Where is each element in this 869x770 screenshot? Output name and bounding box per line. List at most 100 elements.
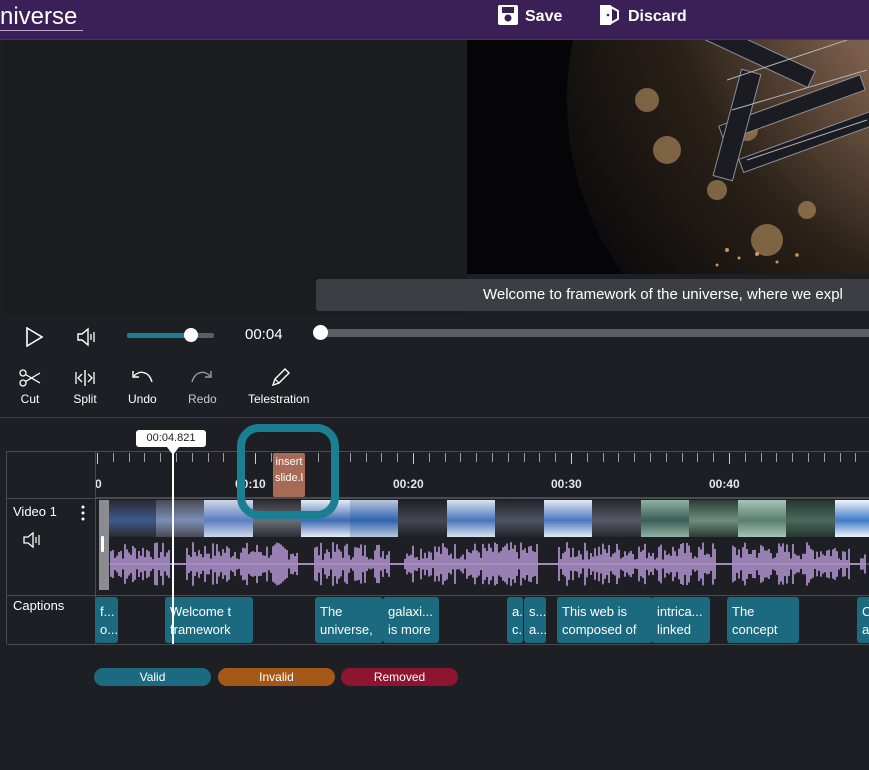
video-thumbnail — [446, 500, 496, 537]
audio-waveform[interactable] — [99, 538, 869, 590]
cut-label: Cut — [20, 392, 40, 406]
caption-line-2: concept — [732, 622, 778, 637]
video-thumbnail — [398, 500, 447, 537]
telestration-button[interactable]: Telestration — [248, 368, 309, 406]
ruler-tick — [349, 453, 351, 462]
save-button[interactable]: Save — [497, 4, 562, 30]
video-thumbnail-strip[interactable] — [99, 500, 869, 537]
ruler-tick — [618, 453, 620, 462]
ruler-tick — [555, 453, 557, 462]
legend-invalid: Invalid — [218, 668, 335, 686]
ruler-tick — [713, 453, 715, 462]
ruler-tick — [571, 453, 572, 464]
video-thumbnail — [349, 500, 399, 537]
caption-block[interactable]: a. c. — [507, 597, 523, 643]
caption-block[interactable]: Welcome t framework — [165, 597, 237, 643]
more-vertical-icon[interactable] — [80, 505, 86, 526]
play-icon[interactable] — [24, 326, 44, 352]
seek-thumb[interactable] — [313, 325, 328, 340]
ruler-tick — [823, 453, 825, 462]
playhead-line[interactable] — [172, 446, 174, 644]
ruler-tick — [428, 453, 430, 462]
save-label: Save — [525, 8, 563, 25]
scissors-icon — [19, 369, 41, 387]
caption-block[interactable]: The universe, — [315, 597, 383, 643]
caption-block[interactable] — [233, 597, 253, 643]
ruler-tick — [586, 453, 588, 462]
playhead-handle[interactable] — [167, 447, 179, 455]
volume-slider[interactable] — [127, 328, 214, 342]
ruler-tick — [665, 453, 667, 462]
caption-block[interactable]: f... o... — [95, 597, 118, 643]
caption-block[interactable]: galaxi... is more — [383, 597, 439, 643]
caption-line-2: linked — [657, 622, 691, 637]
caption-line-1: Welcome t — [170, 604, 232, 619]
split-label: Split — [73, 392, 97, 406]
caption-line-1: The — [320, 604, 343, 619]
ruler-tick — [523, 453, 525, 462]
video-track-label: Video 1 — [13, 504, 57, 519]
ruler-tick — [365, 453, 367, 462]
video-preview[interactable] — [467, 40, 869, 274]
ruler-tick — [839, 453, 841, 462]
redo-button[interactable]: Redo — [188, 368, 217, 406]
ruler-tick — [634, 453, 636, 462]
left-panel — [4, 40, 467, 315]
caption-line-2: a... — [529, 622, 546, 637]
undo-icon — [132, 371, 154, 383]
split-button[interactable]: Split — [73, 368, 97, 406]
captions-track-label: Captions — [13, 598, 65, 613]
caption-block[interactable]: s... a... — [524, 597, 546, 643]
ruler-tick — [539, 453, 541, 462]
ruler-tick — [744, 453, 746, 462]
caption-overlay: Welcome to framework of the universe, wh… — [316, 279, 869, 311]
video-thumbnail — [737, 500, 787, 537]
caption-line-2: c. — [512, 622, 523, 637]
player-controls: 00:04 — [0, 318, 869, 354]
discard-label: Discard — [628, 8, 687, 25]
discard-button[interactable]: Discard — [598, 4, 687, 30]
caption-line-1: This web is — [562, 604, 628, 619]
seek-bar[interactable] — [313, 325, 869, 340]
ruler-tick — [681, 453, 683, 462]
video-thumbnail — [689, 500, 738, 537]
timeline: 0 00:10 00:20 00:30 00:40 Video 1 Captio… — [6, 451, 869, 645]
ruler-tick — [223, 453, 225, 462]
caption-block[interactable]: Ca — [857, 597, 869, 643]
caption-line-1: C — [862, 604, 869, 619]
ruler-tick — [381, 453, 383, 462]
track-volume-icon[interactable] — [22, 531, 44, 554]
video-thumbnail — [107, 500, 156, 537]
video-thumbnail — [834, 500, 869, 537]
edit-toolbar: Cut Split Undo Redo Telestration — [0, 366, 869, 418]
ruler-tick — [492, 453, 493, 462]
ruler-tick — [397, 453, 399, 462]
video-thumbnail — [786, 500, 835, 537]
ruler-tick — [207, 453, 209, 462]
caption-line-1: a. — [512, 604, 523, 619]
ruler-tick — [112, 453, 114, 462]
caption-line-2: is more — [388, 622, 431, 637]
timeline-ruler[interactable]: 0 00:10 00:20 00:30 00:40 — [95, 452, 869, 498]
ruler-tick — [160, 453, 162, 462]
caption-block[interactable]: intrica... linked — [652, 597, 710, 643]
cut-button[interactable]: Cut — [18, 368, 42, 406]
ruler-tick — [697, 453, 699, 462]
volume-thumb[interactable] — [183, 328, 198, 342]
row-divider — [7, 498, 869, 499]
caption-block[interactable]: This web is composed of — [557, 597, 653, 643]
caption-block[interactable]: The concept — [727, 597, 799, 643]
clip-trim-handle[interactable] — [99, 500, 109, 590]
caption-line-1: intrica... — [657, 604, 703, 619]
volume-icon[interactable] — [76, 327, 98, 352]
video-thumbnail — [543, 500, 593, 537]
project-title: niverse — [0, 4, 84, 31]
caption-line-2: framework — [170, 622, 231, 637]
legend-valid: Valid — [94, 668, 211, 686]
caption-line-2: o... — [100, 622, 118, 637]
pencil-icon — [271, 368, 290, 387]
ruler-tick — [808, 453, 809, 462]
undo-button[interactable]: Undo — [128, 368, 157, 406]
caption-line-1: f... — [100, 604, 115, 619]
caption-line-2: universe, — [320, 622, 373, 637]
